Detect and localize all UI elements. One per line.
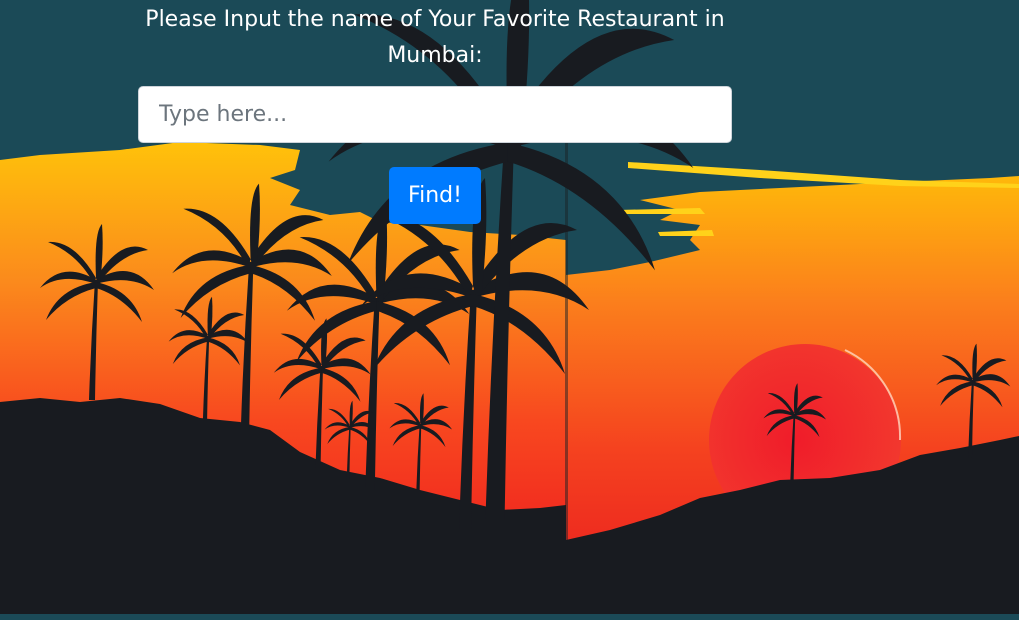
restaurant-search-form: Please Input the name of Your Favorite R… bbox=[138, 0, 732, 224]
prompt-line-1: Please Input the name of Your Favorite R… bbox=[145, 7, 725, 32]
bottom-strip bbox=[0, 614, 1019, 620]
page: Please Input the name of Your Favorite R… bbox=[0, 0, 1019, 620]
prompt-text: Please Input the name of Your Favorite R… bbox=[138, 2, 732, 74]
find-button[interactable]: Find! bbox=[389, 167, 481, 224]
restaurant-name-input[interactable] bbox=[138, 86, 732, 143]
prompt-line-2: Mumbai: bbox=[387, 43, 483, 68]
